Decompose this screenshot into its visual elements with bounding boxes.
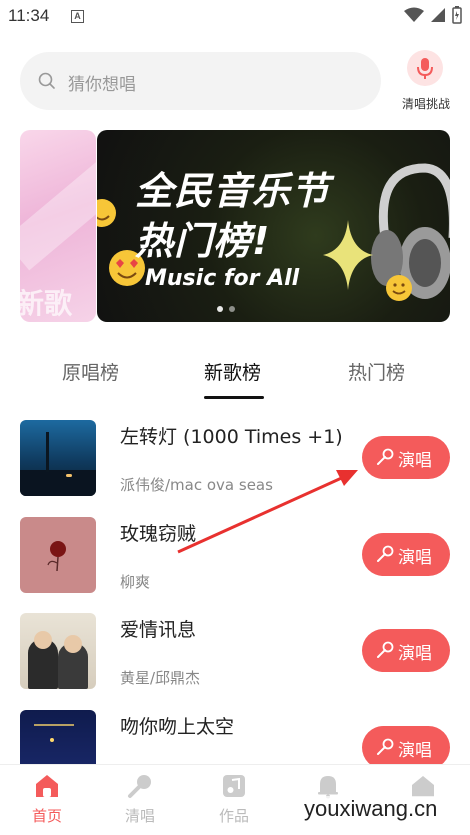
song-artist: 黄星/邱鼎杰 [120, 669, 201, 687]
nav-clear-sing[interactable]: 清唱 [105, 773, 175, 833]
sing-button-label: 演唱 [398, 548, 432, 568]
sing-button[interactable]: 演唱 [362, 726, 450, 769]
banner-title-line2: 热门榜! [135, 219, 271, 263]
tab-active-indicator [204, 396, 264, 399]
banner-main-slide[interactable]: 全民音乐节 热门榜! Music for All [97, 130, 450, 322]
mic-icon [377, 641, 394, 658]
nav-works[interactable]: 作品 [199, 773, 269, 833]
emoji-wink-icon [97, 199, 116, 227]
song-cover [20, 517, 96, 593]
search-icon [38, 72, 55, 89]
rose-icon [47, 541, 66, 572]
banner-decoration [20, 149, 96, 271]
battery-icon [452, 6, 462, 24]
search-placeholder: 猜你想唱 [68, 75, 136, 95]
search-input[interactable]: 猜你想唱 [20, 52, 381, 110]
status-bar: 11:34 A [0, 0, 470, 34]
mic-icon [377, 545, 394, 562]
clear-sing-challenge-button[interactable]: 清唱挑战 [398, 50, 454, 114]
clear-sing-label: 清唱挑战 [401, 97, 450, 111]
watermark-text: youxiwang.cn [300, 796, 442, 822]
nav-works-label: 作品 [218, 807, 249, 825]
song-title: 左转灯 (1000 Times +1) [120, 426, 343, 448]
signal-icon [431, 8, 445, 22]
wifi-icon [404, 7, 424, 22]
tab-original-chart[interactable]: 原唱榜 [62, 358, 119, 385]
banner-dot[interactable] [217, 306, 223, 312]
sing-button-label: 演唱 [398, 451, 432, 471]
nav-clear-sing-label: 清唱 [124, 807, 155, 825]
list-item[interactable]: 爱情讯息 黄星/邱鼎杰 演唱 [0, 613, 470, 703]
tab-hot-chart[interactable]: 热门榜 [348, 358, 405, 385]
song-artist: 派伟俊/mac ova seas [120, 476, 273, 494]
mic-icon [377, 448, 394, 465]
song-title: 玫瑰窃贼 [120, 523, 197, 545]
song-cover [20, 420, 96, 496]
status-time: 11:34 [8, 6, 50, 25]
sing-button[interactable]: 演唱 [362, 629, 450, 672]
sing-button-label: 演唱 [398, 741, 432, 761]
mic-icon [128, 775, 151, 798]
notification-badge-icon: A [71, 10, 84, 23]
mic-icon [377, 738, 394, 755]
home-icon [36, 775, 58, 797]
mic-icon-circle [407, 50, 443, 86]
banner-side-text: 新歌 [20, 287, 73, 320]
song-cover [20, 613, 96, 689]
nav-home[interactable]: 首页 [12, 773, 82, 833]
song-title: 爱情讯息 [120, 619, 197, 641]
nav-home-label: 首页 [31, 807, 62, 825]
sing-button-label: 演唱 [398, 644, 432, 664]
emoji-smile-icon [386, 275, 412, 301]
sing-button[interactable]: 演唱 [362, 436, 450, 479]
banner-prev-slide[interactable]: 新歌 [20, 130, 96, 322]
chart-tabs: 原唱榜 新歌榜 热门榜 [0, 352, 470, 399]
mic-icon [417, 58, 433, 79]
sing-button[interactable]: 演唱 [362, 533, 450, 576]
music-note-icon [223, 775, 245, 797]
list-item[interactable]: 玫瑰窃贼 柳爽 演唱 [0, 517, 470, 607]
banner-subtitle: Music for All [145, 266, 300, 291]
banner-dot[interactable] [229, 306, 235, 312]
banner-title-line1: 全民音乐节 [135, 169, 331, 213]
list-item[interactable]: 左转灯 (1000 Times +1) 派伟俊/mac ova seas 演唱 [0, 420, 470, 510]
song-title: 吻你吻上太空 [120, 716, 235, 738]
banner-pagination [217, 306, 235, 312]
song-artist: 柳爽 [120, 573, 151, 591]
tab-new-songs-chart[interactable]: 新歌榜 [204, 358, 261, 385]
sparkle-icon [323, 220, 373, 290]
status-icons [404, 6, 462, 24]
